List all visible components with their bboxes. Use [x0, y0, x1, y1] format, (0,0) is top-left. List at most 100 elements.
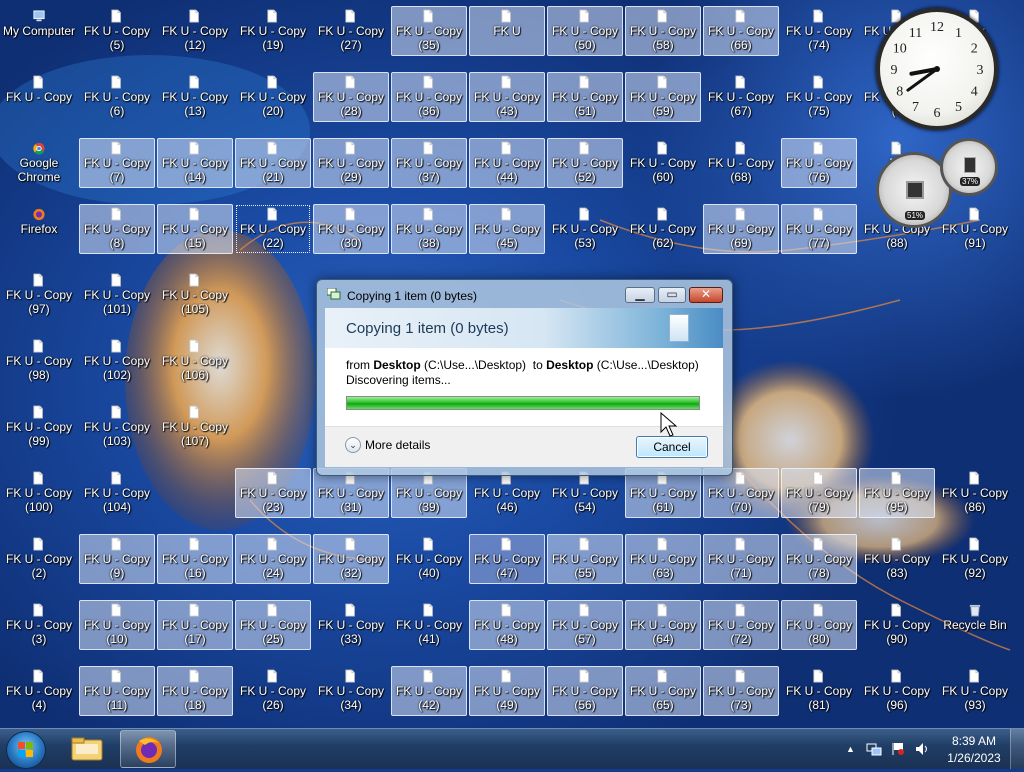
- desktop-icon[interactable]: FK U - Copy (37): [391, 138, 467, 188]
- desktop-icon[interactable]: FK U - Copy (99): [1, 402, 77, 452]
- more-details-toggle[interactable]: ⌄ More details: [345, 437, 430, 453]
- desktop-icon[interactable]: FK U - Copy (29): [313, 138, 389, 188]
- desktop-icon[interactable]: FK U - Copy (100): [1, 468, 77, 518]
- desktop-icon[interactable]: FK U - Copy (62): [625, 204, 701, 254]
- desktop-icon[interactable]: FK U - Copy (19): [235, 6, 311, 56]
- desktop-icon[interactable]: FK U - Copy (28): [313, 72, 389, 122]
- desktop-icon[interactable]: FK U - Copy (50): [547, 6, 623, 56]
- desktop-icon[interactable]: FK U - Copy (65): [625, 666, 701, 716]
- dialog-titlebar[interactable]: Copying 1 item (0 bytes) ▁ ▭ ✕: [317, 280, 732, 308]
- desktop-icon[interactable]: FK U - Copy (95): [859, 468, 935, 518]
- desktop-icon[interactable]: FK U - Copy (15): [157, 204, 233, 254]
- network-icon[interactable]: [866, 742, 882, 756]
- desktop-icon[interactable]: FK U - Copy (18): [157, 666, 233, 716]
- desktop-icon[interactable]: FK U - Copy (68): [703, 138, 779, 188]
- cancel-button[interactable]: Cancel: [636, 436, 708, 458]
- desktop-icon[interactable]: FK U - Copy (58): [625, 6, 701, 56]
- desktop-icon[interactable]: FK U - Copy (76): [781, 138, 857, 188]
- desktop-icon[interactable]: FK U - Copy (69): [703, 204, 779, 254]
- desktop-icon[interactable]: FK U - Copy (55): [547, 534, 623, 584]
- maximize-button[interactable]: ▭: [658, 287, 686, 303]
- desktop-icon[interactable]: FK U - Copy (21): [235, 138, 311, 188]
- desktop-icon[interactable]: FK U - Copy (79): [781, 468, 857, 518]
- desktop-icon[interactable]: FK U - Copy (60): [625, 138, 701, 188]
- desktop-icon[interactable]: FK U - Copy (40): [391, 534, 467, 584]
- desktop-icon[interactable]: FK U - Copy (27): [313, 6, 389, 56]
- to-location-link[interactable]: Desktop: [546, 358, 593, 372]
- desktop-icon[interactable]: FK U - Copy (2): [1, 534, 77, 584]
- desktop-icon[interactable]: Firefox: [1, 204, 77, 254]
- desktop-icon[interactable]: FK U - Copy (33): [313, 600, 389, 650]
- desktop-icon[interactable]: FK U - Copy (66): [703, 6, 779, 56]
- desktop-icon[interactable]: FK U - Copy (8): [79, 204, 155, 254]
- desktop-icon[interactable]: FK U - Copy (83): [859, 534, 935, 584]
- volume-icon[interactable]: [914, 742, 930, 756]
- desktop-icon[interactable]: FK U - Copy (20): [235, 72, 311, 122]
- desktop-icon[interactable]: FK U - Copy (80): [781, 600, 857, 650]
- desktop-icon[interactable]: FK U - Copy (9): [79, 534, 155, 584]
- desktop-icon[interactable]: FK U - Copy (38): [391, 204, 467, 254]
- desktop-icon[interactable]: FK U - Copy (6): [79, 72, 155, 122]
- desktop-icon[interactable]: FK U - Copy (12): [157, 6, 233, 56]
- desktop-icon[interactable]: FK U - Copy (49): [469, 666, 545, 716]
- desktop-icon[interactable]: FK U - Copy (43): [469, 72, 545, 122]
- desktop-icon[interactable]: FK U - Copy (45): [469, 204, 545, 254]
- desktop-icon[interactable]: FK U - Copy (25): [235, 600, 311, 650]
- desktop-icon[interactable]: FK U - Copy (90): [859, 600, 935, 650]
- desktop-icon[interactable]: FK U - Copy (47): [469, 534, 545, 584]
- desktop-icon[interactable]: FK U - Copy (41): [391, 600, 467, 650]
- desktop-icon[interactable]: FK U - Copy (26): [235, 666, 311, 716]
- clock-time[interactable]: 8:39 AM: [944, 734, 1004, 748]
- desktop-icon[interactable]: FK U - Copy (56): [547, 666, 623, 716]
- desktop-icon[interactable]: My Computer: [1, 6, 77, 56]
- desktop-icon[interactable]: FK U - Copy (34): [313, 666, 389, 716]
- desktop-icon[interactable]: FK U - Copy (72): [703, 600, 779, 650]
- desktop-icon[interactable]: FK U - Copy (4): [1, 666, 77, 716]
- desktop-icon[interactable]: FK U - Copy (17): [157, 600, 233, 650]
- desktop-icon[interactable]: FK U - Copy (59): [625, 72, 701, 122]
- desktop-icon[interactable]: FK U - Copy (23): [235, 468, 311, 518]
- desktop-icon[interactable]: FK U - Copy (71): [703, 534, 779, 584]
- flag-icon[interactable]: [890, 742, 906, 756]
- desktop-icon[interactable]: FK U - Copy (105): [157, 270, 233, 320]
- desktop-icon[interactable]: FK U - Copy (3): [1, 600, 77, 650]
- show-hidden-icons-button[interactable]: ▲: [846, 744, 855, 754]
- taskbar-firefox-button[interactable]: [120, 730, 176, 768]
- desktop-icon[interactable]: FK U - Copy (103): [79, 402, 155, 452]
- desktop-icon[interactable]: FK U - Copy (11): [79, 666, 155, 716]
- desktop-icon[interactable]: FK U - Copy (91): [937, 204, 1013, 254]
- desktop-icon[interactable]: FK U - Copy (101): [79, 270, 155, 320]
- desktop-icon[interactable]: Recycle Bin: [937, 600, 1013, 650]
- desktop-icon[interactable]: FK U - Copy (13): [157, 72, 233, 122]
- desktop-icon[interactable]: FK U - Copy (16): [157, 534, 233, 584]
- desktop-icon[interactable]: Google Chrome: [1, 138, 77, 188]
- close-button[interactable]: ✕: [689, 287, 723, 303]
- desktop-icon[interactable]: FK U - Copy (97): [1, 270, 77, 320]
- desktop-icon[interactable]: FK U - Copy (36): [391, 72, 467, 122]
- desktop-icon[interactable]: FK U - Copy (52): [547, 138, 623, 188]
- show-desktop-button[interactable]: [1010, 729, 1024, 769]
- desktop-icon[interactable]: FK U - Copy (7): [79, 138, 155, 188]
- desktop-icon[interactable]: FK U - Copy (106): [157, 336, 233, 386]
- desktop-icon[interactable]: FK U - Copy (86): [937, 468, 1013, 518]
- desktop-icon[interactable]: FK U - Copy (5): [79, 6, 155, 56]
- desktop-icon[interactable]: FK U - Copy (77): [781, 204, 857, 254]
- desktop-icon[interactable]: FK U - Copy (51): [547, 72, 623, 122]
- desktop-icon[interactable]: FK U - Copy (42): [391, 666, 467, 716]
- desktop-icon[interactable]: FK U - Copy (24): [235, 534, 311, 584]
- desktop-icon[interactable]: FK U - Copy (73): [703, 666, 779, 716]
- clock-date[interactable]: 1/26/2023: [944, 751, 1004, 765]
- desktop-icon[interactable]: FK U - Copy (44): [469, 138, 545, 188]
- minimize-button[interactable]: ▁: [625, 287, 655, 303]
- desktop-icon[interactable]: FK U - Copy (107): [157, 402, 233, 452]
- desktop-icon[interactable]: FK U - Copy: [1, 72, 77, 122]
- desktop-icon[interactable]: FK U - Copy (64): [625, 600, 701, 650]
- desktop-icon[interactable]: FK U - Copy (30): [313, 204, 389, 254]
- desktop-icon[interactable]: FK U: [469, 6, 545, 56]
- desktop-icon[interactable]: FK U - Copy (32): [313, 534, 389, 584]
- clock-gadget[interactable]: 12 1 2 3 4 5 6 7 8 9 10 11: [876, 8, 998, 130]
- desktop-icon[interactable]: FK U - Copy (93): [937, 666, 1013, 716]
- start-button[interactable]: [6, 731, 46, 769]
- desktop-icon[interactable]: FK U - Copy (81): [781, 666, 857, 716]
- desktop-icon[interactable]: FK U - Copy (102): [79, 336, 155, 386]
